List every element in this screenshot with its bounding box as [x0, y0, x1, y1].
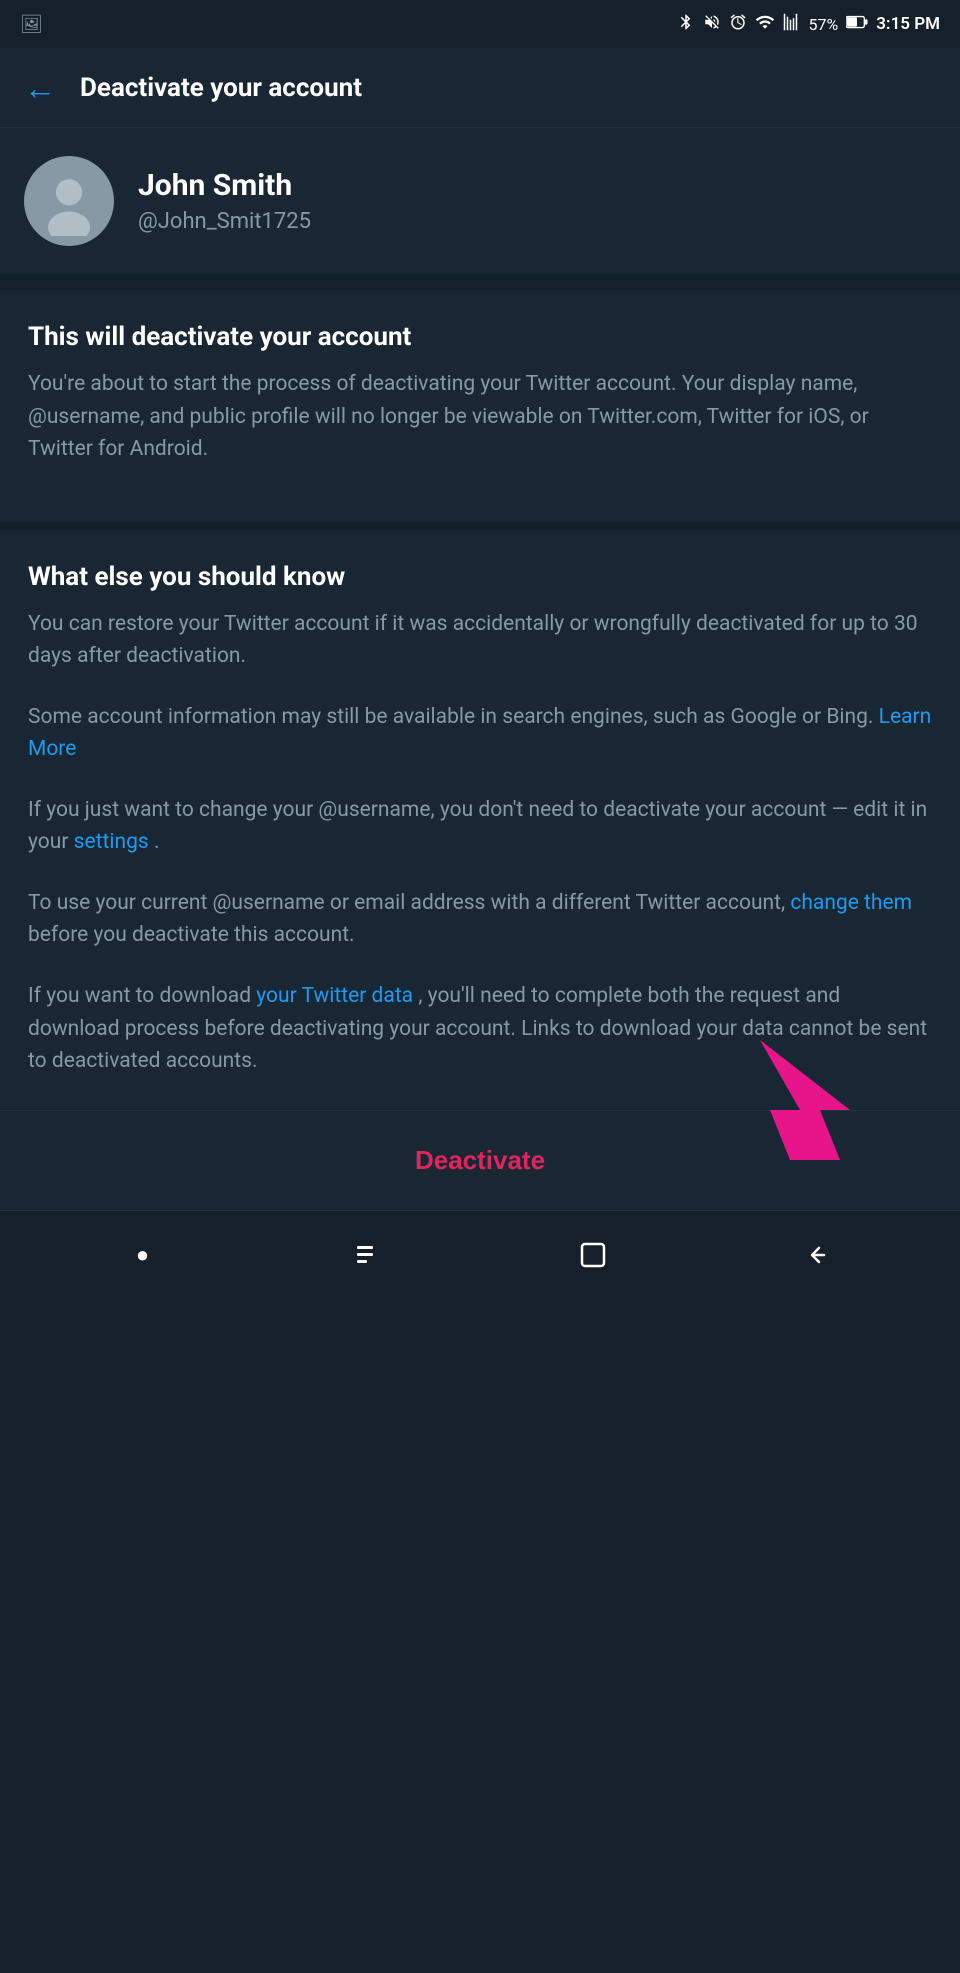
- twitter-data-link[interactable]: your Twitter data: [256, 984, 413, 1008]
- avatar: [24, 156, 114, 246]
- email-after: before you deactivate this account.: [28, 923, 355, 947]
- search-text-before: Some account information may still be av…: [28, 705, 873, 729]
- deactivate-button[interactable]: Deactivate: [28, 1135, 932, 1186]
- username-change-before: If you just want to change your @usernam…: [28, 798, 927, 855]
- deactivate-bar-wrapper: Deactivate: [0, 1110, 960, 1210]
- deactivate-title: This will deactivate your account: [28, 322, 932, 352]
- search-block: Some account information may still be av…: [28, 701, 932, 766]
- battery-icon: [846, 15, 868, 33]
- username-change-after: .: [154, 830, 160, 854]
- nav-square-button[interactable]: [563, 1225, 623, 1285]
- profile-info: John Smith @John_Smit1725: [138, 168, 311, 234]
- section-divider-1: [0, 282, 960, 290]
- data-before: If you want to download: [28, 984, 251, 1008]
- email-block: To use your current @username or email a…: [28, 887, 932, 952]
- time-display: 3:15 PM: [876, 14, 940, 34]
- know-title: What else you should know: [28, 562, 932, 592]
- page-title: Deactivate your account: [80, 73, 362, 103]
- deactivate-body: You're about to start the process of dea…: [28, 368, 932, 466]
- restore-block: You can restore your Twitter account if …: [28, 608, 932, 673]
- nav-back-button[interactable]: [788, 1225, 848, 1285]
- section-divider-2: [0, 522, 960, 530]
- change-them-link[interactable]: change them: [790, 891, 912, 915]
- wifi-icon: [755, 12, 775, 36]
- header: ← Deactivate your account: [0, 48, 960, 128]
- nav-home-button[interactable]: ●: [113, 1225, 173, 1285]
- username-change-block: If you just want to change your @usernam…: [28, 794, 932, 859]
- nav-bar: ●: [0, 1210, 960, 1300]
- settings-link[interactable]: settings: [74, 830, 149, 854]
- know-section: What else you should know You can restor…: [0, 530, 960, 1110]
- profile-name: John Smith: [138, 168, 311, 203]
- alarm-icon: [729, 13, 747, 35]
- email-before: To use your current @username or email a…: [28, 891, 785, 915]
- deactivate-info-section: This will deactivate your account You're…: [0, 290, 960, 522]
- nav-recent-button[interactable]: [338, 1225, 398, 1285]
- back-button[interactable]: ←: [24, 69, 56, 107]
- profile-username: @John_Smit1725: [138, 209, 311, 234]
- data-block: If you want to download your Twitter dat…: [28, 980, 932, 1078]
- status-photo-icon: 🖼: [20, 14, 43, 35]
- status-bar: 🖼 57% 3:15 PM: [0, 0, 960, 48]
- battery-text: 57%: [809, 15, 839, 34]
- mute-icon: [703, 13, 721, 35]
- deactivate-footer: Deactivate: [0, 1110, 960, 1210]
- profile-section: John Smith @John_Smit1725: [0, 128, 960, 282]
- signal-icon: [783, 13, 801, 35]
- restore-text: You can restore your Twitter account if …: [28, 612, 918, 669]
- bluetooth-icon: [677, 13, 695, 35]
